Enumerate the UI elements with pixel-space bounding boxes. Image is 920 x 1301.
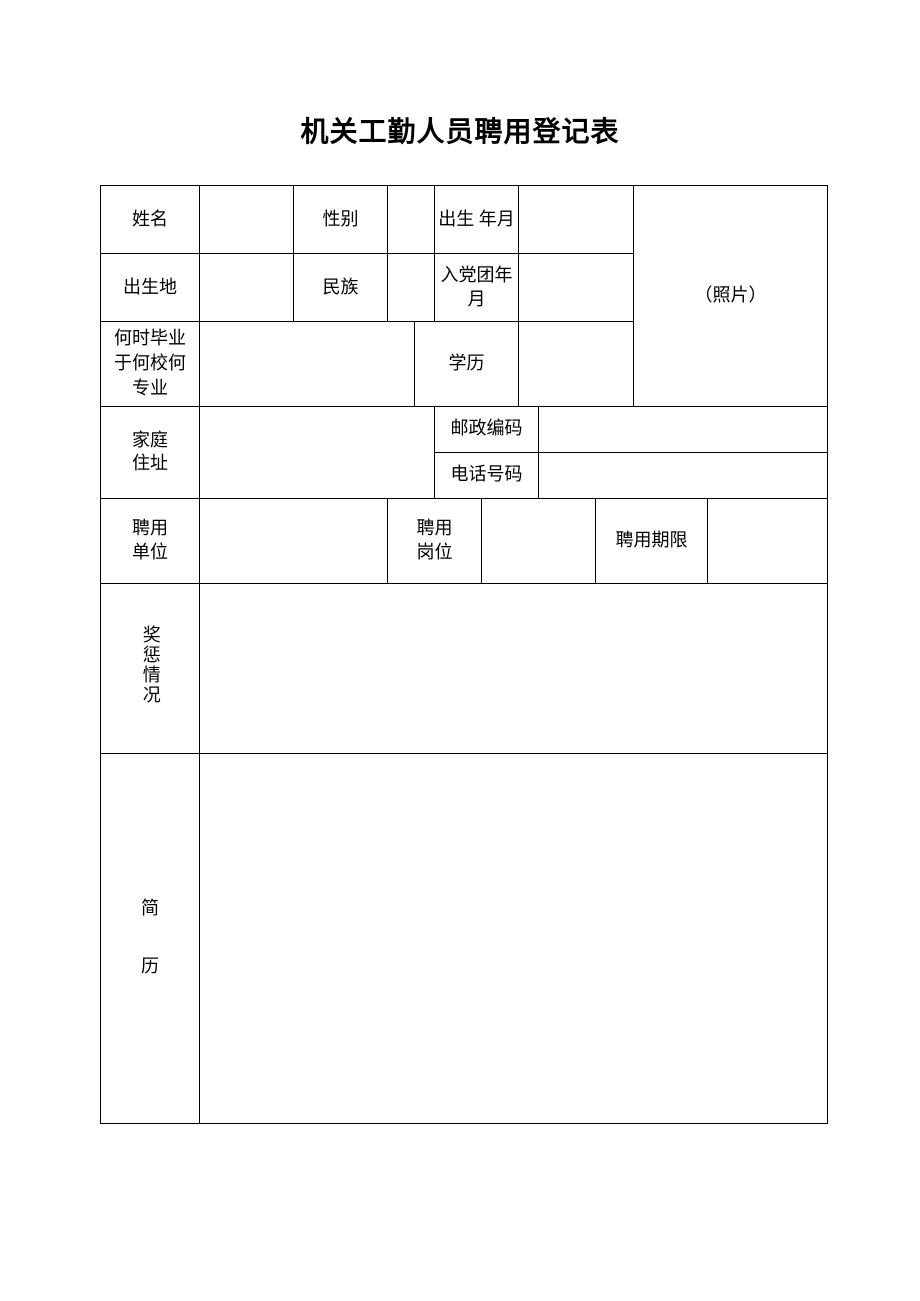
label-postcode: 邮政编码 <box>435 406 539 452</box>
label-awards: 奖惩情况 <box>101 583 200 753</box>
registration-form-table: 姓名 性别 出生 年月 （照片） 出生地 民族 入党团年 月 何时毕业 于何校何… <box>100 185 828 1124</box>
value-term <box>708 498 828 583</box>
value-postcode <box>539 406 828 452</box>
value-ethnicity <box>388 254 435 322</box>
value-birthplace <box>200 254 294 322</box>
label-birthplace: 出生地 <box>101 254 200 322</box>
value-home-address <box>200 406 435 498</box>
label-graduation: 何时毕业 于何校何 专业 <box>101 322 200 407</box>
label-resume-l1: 简 <box>141 898 159 918</box>
label-home-address-l1: 家庭 <box>132 430 168 450</box>
label-birth: 出生 年月 <box>435 186 519 254</box>
label-home-address: 家庭 住址 <box>101 406 200 498</box>
label-education: 学历 <box>415 322 519 407</box>
label-employer: 聘用 单位 <box>101 498 200 583</box>
value-employer <box>200 498 388 583</box>
label-resume: 简 历 <box>101 753 200 1123</box>
label-position: 聘用 岗位 <box>388 498 482 583</box>
label-phone: 电话号码 <box>435 452 539 498</box>
label-name: 姓名 <box>101 186 200 254</box>
label-term: 聘用期限 <box>596 498 708 583</box>
label-employer-l2: 单位 <box>132 542 168 562</box>
photo-placeholder: （照片） <box>634 186 828 407</box>
value-resume <box>200 753 828 1123</box>
value-party-date <box>519 254 634 322</box>
value-position <box>482 498 596 583</box>
label-resume-l2: 历 <box>141 956 159 976</box>
value-education <box>519 322 634 407</box>
label-awards-text: 奖惩情况 <box>138 625 161 705</box>
value-awards <box>200 583 828 753</box>
label-home-address-l2: 住址 <box>132 453 168 473</box>
label-position-l2: 岗位 <box>417 542 453 562</box>
label-position-l1: 聘用 <box>417 518 453 538</box>
value-gender <box>388 186 435 254</box>
label-employer-l1: 聘用 <box>132 518 168 538</box>
label-party-date: 入党团年 月 <box>435 254 519 322</box>
label-ethnicity: 民族 <box>294 254 388 322</box>
value-name <box>200 186 294 254</box>
value-graduation <box>200 322 415 407</box>
page-title: 机关工勤人员聘用登记表 <box>100 110 820 150</box>
value-birth <box>519 186 634 254</box>
label-gender: 性别 <box>294 186 388 254</box>
value-phone <box>539 452 828 498</box>
